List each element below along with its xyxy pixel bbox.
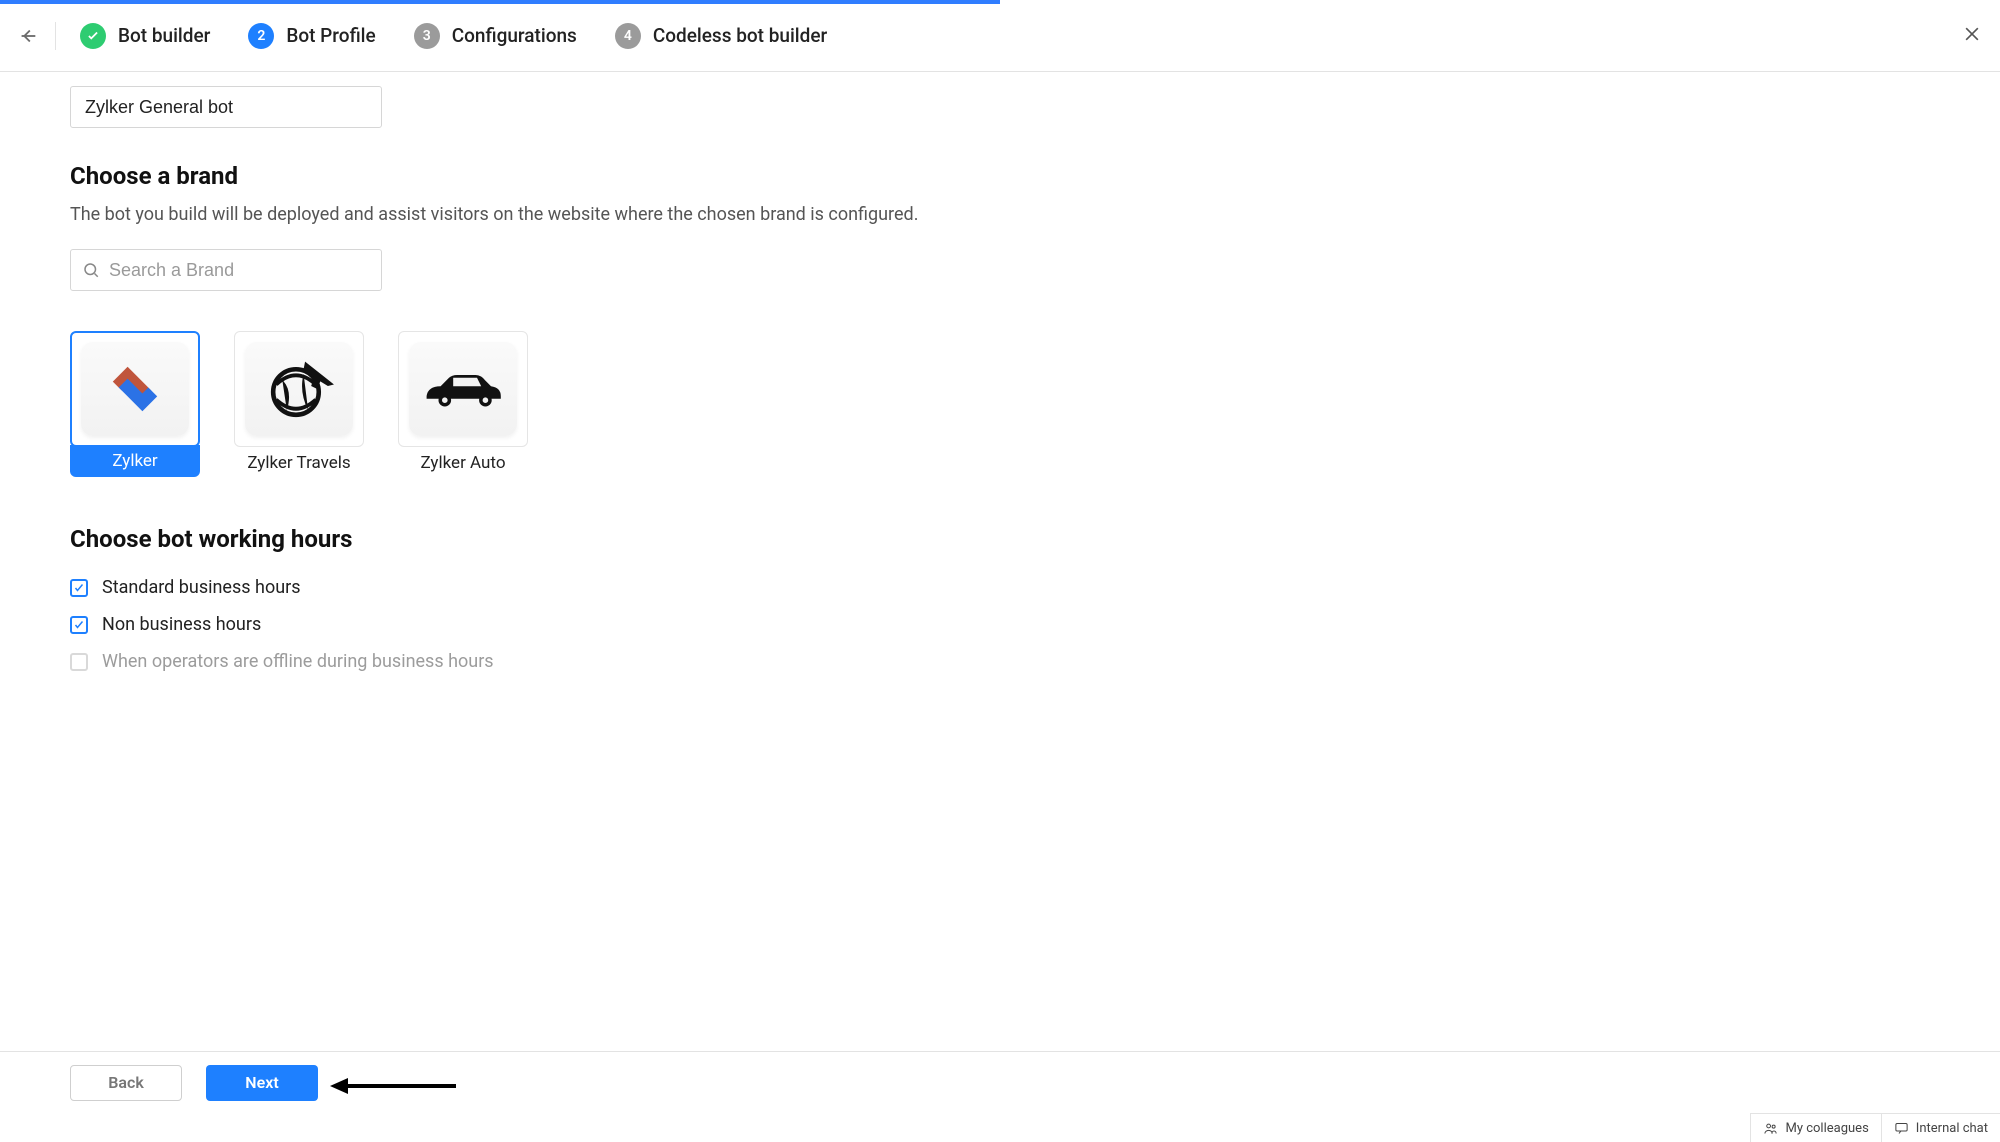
step-configurations[interactable]: 3 Configurations — [414, 23, 577, 49]
brand-label: Zylker Auto — [398, 447, 528, 479]
people-icon — [1763, 1121, 1778, 1136]
next-button[interactable]: Next — [206, 1065, 318, 1101]
my-colleagues-button[interactable]: My colleagues — [1751, 1114, 1880, 1142]
wizard-header: Bot builder 2 Bot Profile 3 Configuratio… — [0, 0, 2000, 72]
bottom-label: Internal chat — [1916, 1121, 1988, 1136]
working-hours-title: Choose bot working hours — [70, 525, 1930, 553]
internal-chat-button[interactable]: Internal chat — [1881, 1114, 2000, 1142]
back-arrow-icon[interactable] — [0, 25, 55, 47]
check-label: Standard business hours — [102, 577, 301, 598]
bot-name-input[interactable] — [70, 86, 382, 128]
working-hours-options: Standard business hours Non business hou… — [70, 577, 1930, 672]
divider — [55, 22, 56, 50]
bottom-label: My colleagues — [1785, 1121, 1868, 1136]
brand-card-zylker-travels[interactable]: Zylker Travels — [234, 331, 364, 479]
arrow-left-icon — [17, 25, 39, 47]
brand-list: Zylker Zylker Travels — [70, 331, 1930, 479]
check-icon — [80, 23, 106, 49]
brand-search — [70, 249, 1930, 291]
checkbox-icon — [70, 579, 88, 597]
step-codeless-bot-builder[interactable]: 4 Codeless bot builder — [615, 23, 827, 49]
brand-search-input[interactable] — [70, 249, 382, 291]
bottom-bar: My colleagues Internal chat — [1750, 1113, 2000, 1142]
check-label: When operators are offline during busine… — [102, 651, 494, 672]
choose-brand-title: Choose a brand — [70, 162, 1930, 190]
brand-logo-car-icon — [409, 342, 517, 436]
brand-card-zylker[interactable]: Zylker — [70, 331, 200, 479]
step-label: Codeless bot builder — [653, 24, 827, 47]
brand-card-zylker-auto[interactable]: Zylker Auto — [398, 331, 528, 479]
step-number-icon: 4 — [615, 23, 641, 49]
page-progress — [0, 0, 1000, 4]
hours-option-offline-operators[interactable]: When operators are offline during busine… — [70, 651, 1930, 672]
wizard-footer: Back Next — [0, 1051, 2000, 1113]
step-label: Bot Profile — [286, 24, 375, 47]
brand-logo-globe-plane-icon — [245, 342, 353, 436]
checkbox-icon — [70, 616, 88, 634]
brand-tile — [398, 331, 528, 447]
brand-tile — [234, 331, 364, 447]
close-button[interactable] — [1962, 24, 1982, 48]
back-button[interactable]: Back — [70, 1065, 182, 1101]
brand-label: Zylker Travels — [234, 447, 364, 479]
choose-brand-subtitle: The bot you build will be deployed and a… — [70, 204, 1930, 225]
brand-logo-zylker-icon — [81, 342, 189, 436]
wizard-content: Choose a brand The bot you build will be… — [0, 72, 2000, 1080]
checkbox-icon — [70, 653, 88, 671]
check-label: Non business hours — [102, 614, 261, 635]
chat-icon — [1894, 1121, 1909, 1136]
step-number-icon: 3 — [414, 23, 440, 49]
annotation-arrow-icon — [328, 1076, 458, 1096]
step-bot-profile[interactable]: 2 Bot Profile — [248, 23, 375, 49]
brand-tile — [70, 331, 200, 447]
step-bot-builder[interactable]: Bot builder — [80, 23, 210, 49]
hours-option-standard[interactable]: Standard business hours — [70, 577, 1930, 598]
step-label: Configurations — [452, 24, 577, 47]
search-icon — [82, 261, 100, 279]
close-icon — [1962, 24, 1982, 44]
brand-label: Zylker — [70, 445, 200, 477]
hours-option-non-business[interactable]: Non business hours — [70, 614, 1930, 635]
step-list: Bot builder 2 Bot Profile 3 Configuratio… — [80, 23, 827, 49]
step-number-icon: 2 — [248, 23, 274, 49]
step-label: Bot builder — [118, 24, 210, 47]
